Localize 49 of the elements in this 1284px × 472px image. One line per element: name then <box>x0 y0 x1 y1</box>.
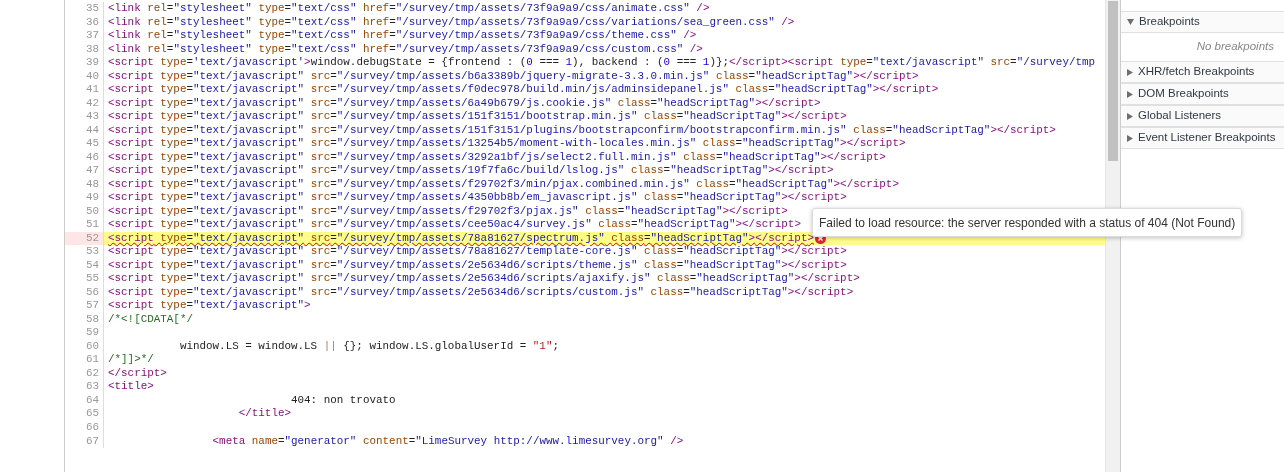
sidebar-section-header[interactable]: Breakpoints <box>1121 11 1284 33</box>
section-title: Event Listener Breakpoints <box>1138 130 1276 146</box>
code-line: <link rel="stylesheet" type="text/css" href="/survey/tmp/assets/73f9a9a9/css/custom.css" /> <box>108 42 703 57</box>
code-line: <script type="text/javascript" src="/survey/tmp/assets/f0dec978/build.min/js/adminsidepanel.js" class="headScriptTag"></script> <box>108 83 939 97</box>
code-line: </script> <box>108 366 167 381</box>
code-line: <meta name="generator" content="LimeSurvey http://www.limesurvey.org" /> <box>211 434 684 449</box>
expand-triangle-icon <box>1127 134 1133 142</box>
code-line: <script type="text/javascript" src="/survey/tmp/assets/6a49b679/js.cookie.js" class="headScriptTag"></script> <box>108 96 821 111</box>
code-line: /*<![CDATA[*/ <box>108 312 193 327</box>
code-line: <script type="text/javascript" src="/survey/tmp/assets/19f7fa6c/build/lslog.js" class="headScriptTag"></script> <box>108 164 834 178</box>
expand-triangle-icon <box>1127 90 1133 98</box>
code-line: <script type="text/javascript" src="/survey/tmp/assets/cee50ac4/survey.js" class="headScriptTag"></script> <box>108 218 801 232</box>
code-line: <script type="text/javascript" src="/survey/tmp/assets/b6a3389b/jquery-migrate-3.3.0.min.js" class="headScriptTag"></script> <box>108 69 919 84</box>
section-title: XHR/fetch Breakpoints <box>1138 64 1255 80</box>
code-line: <script type="text/javascript" src="/survey/tmp/assets/78a81627/spectrum.js" class="headScriptTag"></script> <box>108 231 814 246</box>
expand-triangle-icon <box>1127 112 1133 120</box>
scrollbar-thumb[interactable] <box>1108 1 1118 161</box>
code-line: <script type="text/javascript" src="/survey/tmp/assets/3292a1bf/js/select2.full.min.js" class="headScriptTag"></script> <box>108 150 886 165</box>
error-tooltip: Failed to load resource: the server responded with a status of 404 (Not Found) <box>812 208 1243 237</box>
code-line: <link rel="stylesheet" type="text/css" href="/survey/tmp/assets/73f9a9a9/css/variations/sea_green.css" /> <box>108 15 795 30</box>
sidebar-section-header[interactable]: DOM Breakpoints <box>1121 83 1284 105</box>
code-line: <script type="text/javascript" src="/survey/tmp/assets/78a81627/template-core.js" class="headScriptTag"></script> <box>108 245 847 259</box>
collapse-triangle-icon <box>1127 19 1134 25</box>
code-line: /*]]>*/ <box>108 353 154 367</box>
code-line: <script type="text/javascript" src="/survey/tmp/assets/2e5634d6/scripts/ajaxify.js" class="headScriptTag"></script> <box>108 272 860 286</box>
expand-triangle-icon <box>1127 68 1133 76</box>
code-line: <script type="text/javascript" src="/survey/tmp/assets/13254b5/moment-with-locales.min.js" class="headScriptTag"></script> <box>108 137 906 151</box>
sidebar-section-header[interactable]: Global Listeners <box>1121 105 1284 127</box>
code-line: <script type="text/javascript"> <box>108 299 311 313</box>
code-line: </title> <box>237 407 291 421</box>
code-line: <script type="text/javascript" src="/survey/tmp/assets/f29702f3/pjax.js" class="headScriptTag"></script> <box>108 204 788 219</box>
code-line: <script type="text/javascript" src="/survey/tmp/assets/4350bb8b/em_javascript.js" class="headScriptTag"></script> <box>108 191 847 205</box>
code-line: <title> <box>108 380 154 394</box>
sidebar-section-header[interactable]: XHR/fetch Breakpoints <box>1121 61 1284 83</box>
code-line: 404: non trovato <box>290 393 396 408</box>
code-line: <script type="text/javascript" src="/survey/tmp/assets/151f3151/plugins/bootstrapconfirm/bootstrapconfirm.min.js" class="headScriptTag"></script> <box>108 123 1056 138</box>
sidebar-section-header[interactable]: Event Listener Breakpoints <box>1121 127 1284 149</box>
code-line: <link rel="stylesheet" type="text/css" href="/survey/tmp/assets/73f9a9a9/css/theme.css" /> <box>108 29 697 43</box>
code-line: <script type="text/javascript" src="/survey/tmp/assets/151f3151/bootstrap.min.js" class="headScriptTag"></script> <box>108 110 847 124</box>
code-line: <link rel="stylesheet" type="text/css" href="/survey/tmp/assets/73f9a9a9/css/animate.css" /> <box>108 2 710 16</box>
section-title: Breakpoints <box>1139 14 1200 30</box>
code-line: window.LS = window.LS || {}; window.LS.globalUserId = "1"; <box>178 339 559 354</box>
code-line: <script type="text/javascript" src="/survey/tmp/assets/2e5634d6/scripts/custom.js" class="headScriptTag"></script> <box>108 285 854 300</box>
empty-message: No breakpoints <box>1196 39 1274 55</box>
code-line: <script type="text/javascript" src="/survey/tmp/assets/2e5634d6/scripts/theme.js" class="headScriptTag"></script> <box>108 258 847 273</box>
section-title: DOM Breakpoints <box>1138 86 1229 102</box>
code-line: <script type='text/javascript'>window.debugState = {frontend : (0 === 1), backend : (0 === 1)};</script><script type="text/javascript" src="/survey/tmp <box>108 56 1096 70</box>
section-title: Global Listeners <box>1138 108 1222 124</box>
code-line: <script type="text/javascript" src="/survey/tmp/assets/f29702f3/min/pjax.combined.min.js" class="headScriptTag"></script> <box>108 177 899 192</box>
